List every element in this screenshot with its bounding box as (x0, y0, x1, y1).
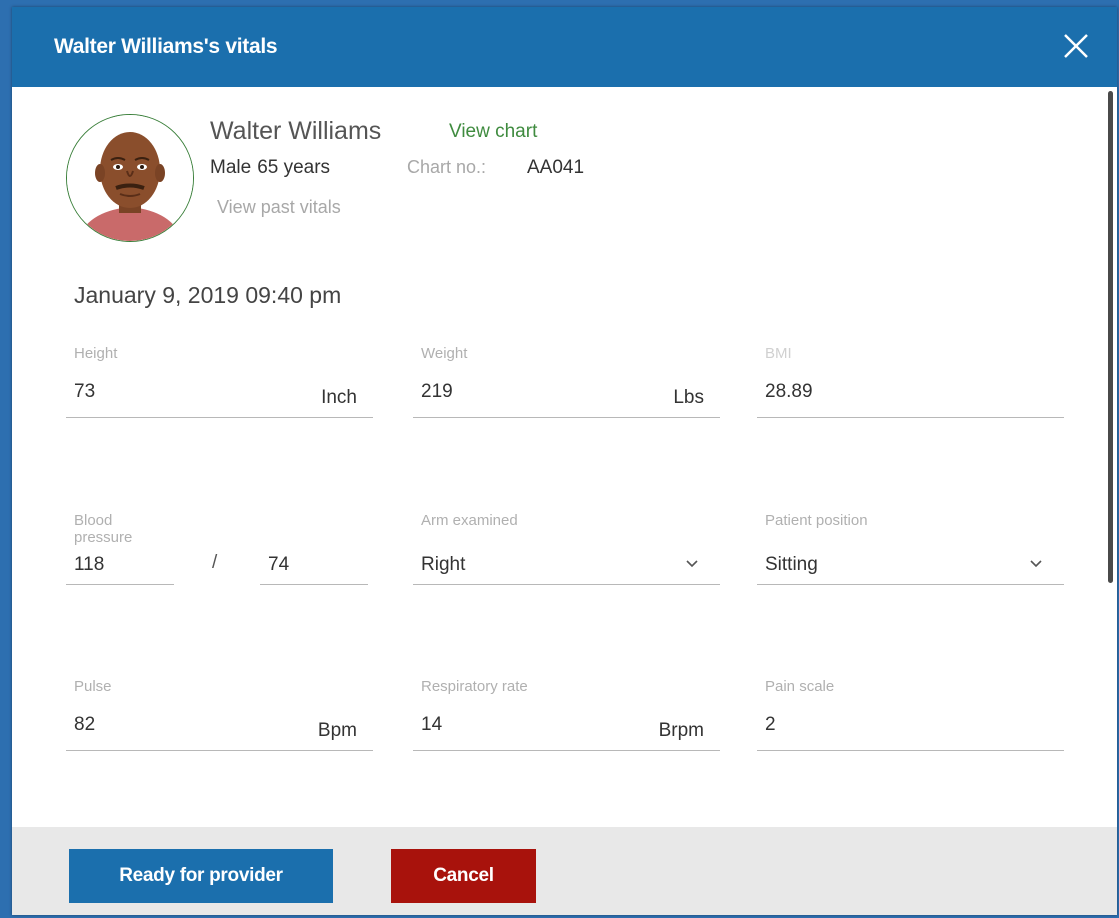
ready-for-provider-button[interactable]: Ready for provider (69, 849, 333, 903)
scrollbar[interactable] (1108, 91, 1113, 583)
chevron-down-icon[interactable] (1028, 556, 1044, 572)
respiratory-rate-value[interactable]: 14 (421, 714, 442, 736)
height-value[interactable]: 73 (74, 381, 95, 403)
chart-no-label: Chart no.: (407, 157, 487, 177)
field-underline (260, 584, 368, 585)
pain-scale-value[interactable]: 2 (765, 714, 776, 736)
patient-position-select[interactable]: Patient position Sitting (757, 512, 1064, 587)
bmi-value: 28.89 (765, 381, 813, 402)
pulse-value[interactable]: 82 (74, 714, 95, 736)
arm-examined-value[interactable]: Right (421, 554, 465, 576)
pulse-label: Pulse (74, 678, 112, 695)
chevron-down-icon[interactable] (684, 556, 700, 572)
vitals-dialog: Walter Williams's vitals Walter Williams… (12, 7, 1117, 915)
chart-no-value: AA041 (527, 157, 585, 178)
dialog-title: Walter Williams's vitals (54, 35, 278, 58)
patient-position-label: Patient position (765, 512, 868, 529)
bmi-field: BMI 28.89 (757, 345, 1064, 420)
bp-separator: / (212, 552, 218, 573)
view-chart-link[interactable]: View chart (449, 121, 537, 143)
field-underline (757, 417, 1064, 418)
patient-demographics: Male 65 years (210, 157, 336, 179)
height-unit: Inch (321, 387, 357, 408)
field-underline (66, 584, 174, 585)
vitals-datetime: January 9, 2019 09:40 pm (74, 282, 342, 308)
patient-age: 65 years (257, 157, 331, 178)
pulse-unit: Bpm (317, 720, 357, 741)
view-past-vitals-link[interactable]: View past vitals (217, 197, 341, 218)
close-icon[interactable] (1059, 29, 1093, 63)
bmi-label: BMI (765, 345, 792, 362)
arm-examined-select[interactable]: Arm examined Right (413, 512, 720, 587)
field-underline (757, 584, 1064, 585)
arm-examined-label: Arm examined (421, 512, 518, 529)
field-underline (413, 584, 720, 585)
field-underline (66, 750, 373, 751)
bp-diastolic-field[interactable]: 74 (260, 512, 368, 587)
field-underline (413, 750, 720, 751)
weight-label: Weight (421, 345, 468, 362)
dialog-header: Walter Williams's vitals (12, 7, 1117, 87)
weight-value[interactable]: 219 (421, 381, 453, 403)
blood-pressure-label: Blood pressure (74, 512, 133, 546)
respiratory-rate-unit: Brpm (658, 720, 704, 741)
pulse-field[interactable]: Pulse 82 Bpm (66, 678, 373, 753)
respiratory-rate-label: Respiratory rate (421, 678, 528, 695)
field-underline (66, 417, 373, 418)
patient-position-value[interactable]: Sitting (765, 554, 818, 576)
height-field[interactable]: Height 73 Inch (66, 345, 373, 420)
avatar (66, 114, 194, 242)
cancel-button[interactable]: Cancel (391, 849, 536, 903)
weight-field[interactable]: Weight 219 Lbs (413, 345, 720, 420)
bp-systolic-field[interactable]: Blood pressure 118 (66, 512, 174, 587)
height-label: Height (74, 345, 118, 362)
field-underline (413, 417, 720, 418)
dialog-footer: Ready for provider Cancel (12, 827, 1117, 915)
respiratory-rate-field[interactable]: Respiratory rate 14 Brpm (413, 678, 720, 753)
patient-sex: Male (210, 157, 252, 178)
field-underline (757, 750, 1064, 751)
bp-systolic-value[interactable]: 118 (74, 554, 104, 576)
weight-unit: Lbs (673, 387, 704, 408)
patient-name: Walter Williams (210, 117, 382, 145)
pain-scale-label: Pain scale (765, 678, 835, 695)
bp-diastolic-value[interactable]: 74 (268, 554, 289, 576)
pain-scale-field[interactable]: Pain scale 2 (757, 678, 1064, 753)
